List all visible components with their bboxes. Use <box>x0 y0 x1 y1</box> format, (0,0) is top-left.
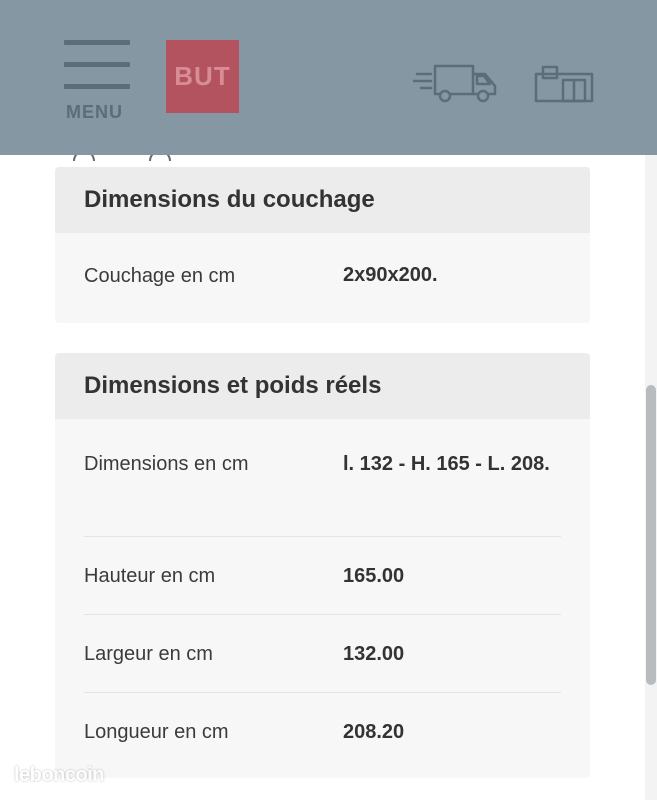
spec-row: Couchage en cm 2x90x200. <box>84 233 561 323</box>
spec-row: Dimensions en cm l. 132 - H. 165 - L. 20… <box>84 419 561 537</box>
scrollbar-thumb[interactable] <box>646 385 656 685</box>
leboncoin-watermark: leboncoin <box>14 764 104 786</box>
spec-label: Longueur en cm <box>84 721 229 743</box>
store-icon[interactable] <box>533 64 595 104</box>
brand-logo[interactable]: BUT <box>166 40 239 113</box>
section-sleeping-dimensions: Dimensions du couchage Couchage en cm 2x… <box>55 167 590 323</box>
spec-value: 2x90x200. <box>343 264 438 286</box>
spec-row: Hauteur en cm 165.00 <box>84 537 561 615</box>
spec-value: 208.20 <box>343 721 405 743</box>
spec-row: Largeur en cm 132.00 <box>84 615 561 693</box>
spec-value: 165.00 <box>343 565 405 587</box>
spec-label: Largeur en cm <box>84 643 213 665</box>
spec-value: l. 132 - H. 165 - L. 208. <box>343 453 550 475</box>
section-title: Dimensions et poids réels <box>55 353 590 419</box>
delivery-truck-icon[interactable] <box>413 60 499 106</box>
site-header: MENU BUT <box>0 0 657 155</box>
section-title: Dimensions du couchage <box>55 167 590 233</box>
spec-value: 132.00 <box>343 643 405 665</box>
spec-label: Hauteur en cm <box>84 565 216 587</box>
spec-row: Longueur en cm 208.20 <box>84 693 561 773</box>
section-real-dimensions-weight: Dimensions et poids réels Dimensions en … <box>55 353 590 778</box>
menu-icon <box>64 40 130 90</box>
spec-label: Couchage en cm <box>84 265 236 287</box>
menu-button[interactable]: MENU <box>62 38 132 128</box>
menu-label: MENU <box>66 102 123 122</box>
spec-label: Dimensions en cm <box>84 453 249 475</box>
